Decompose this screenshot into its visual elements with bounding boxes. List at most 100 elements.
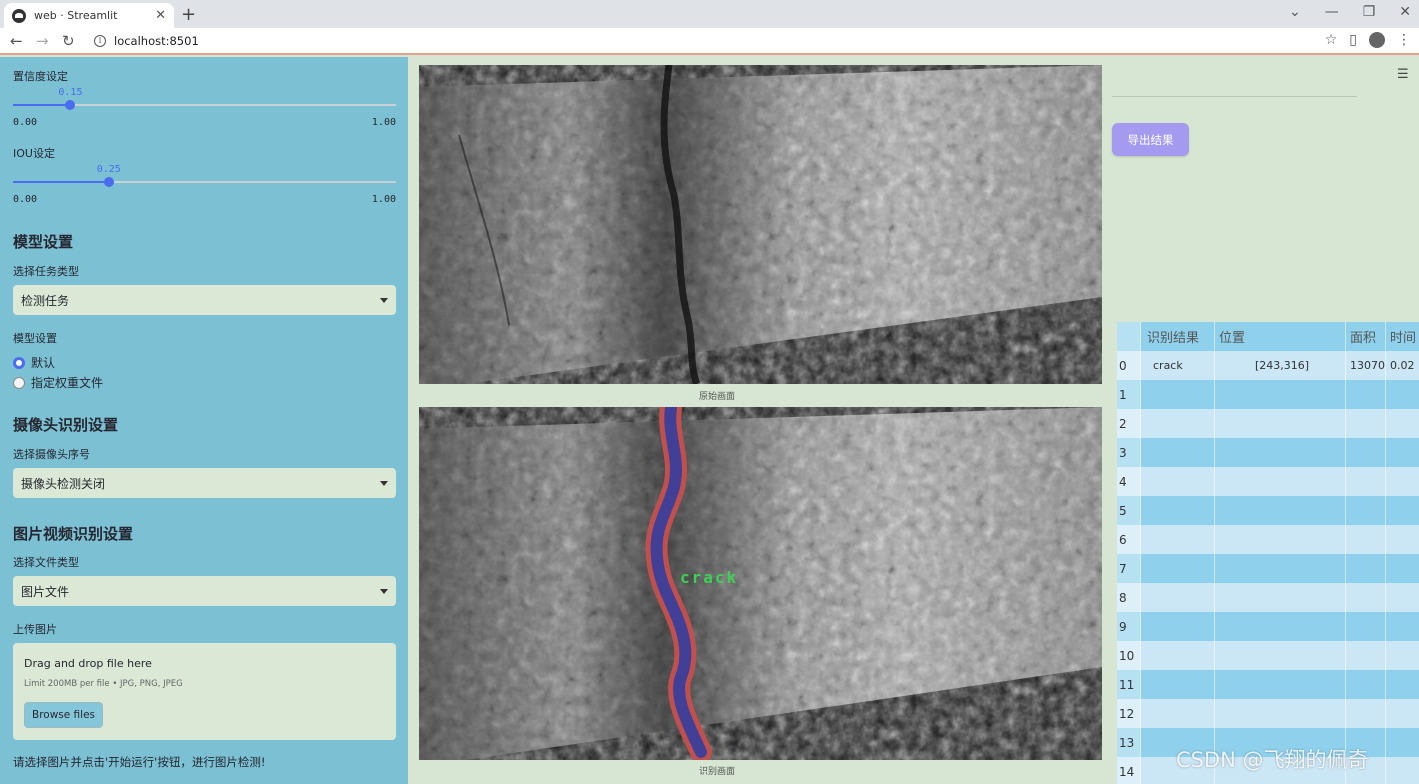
chevron-down-icon (380, 480, 388, 486)
table-row[interactable]: 3 (1117, 438, 1419, 467)
cell-position (1215, 554, 1346, 583)
task-type-value: 检测任务 (21, 293, 70, 308)
slider-value: 0.25 (96, 164, 121, 175)
iou-slider[interactable]: 0.25 0.00 1.00 (13, 164, 396, 209)
cell-time-text: 0.02 (1390, 359, 1415, 372)
table-row[interactable]: 5 (1117, 496, 1419, 525)
camera-settings-heading: 摄像头识别设置 (13, 416, 119, 434)
slider-fill (13, 181, 109, 183)
table-row[interactable]: 7 (1117, 554, 1419, 583)
row-index-text: 9 (1119, 619, 1127, 634)
browser-menu-icon[interactable]: ⋮ (1397, 32, 1411, 48)
row-index: 2 (1117, 409, 1141, 438)
cell-position (1215, 641, 1346, 670)
table-row[interactable]: 6 (1117, 525, 1419, 554)
profile-avatar-icon[interactable] (1369, 32, 1385, 48)
task-type-select[interactable]: 检测任务 (13, 285, 396, 315)
reload-icon[interactable]: ↻ (62, 32, 75, 50)
camera-value: 摄像头检测关闭 (21, 476, 106, 491)
confidence-slider[interactable]: 0.15 0.00 1.00 (13, 87, 396, 132)
export-results-button[interactable]: 导出结果 (1112, 123, 1189, 156)
forward-icon[interactable]: → (36, 32, 49, 50)
cell-position (1215, 699, 1346, 728)
column-header-result[interactable]: 识别结果 (1141, 322, 1215, 351)
cell-position (1215, 438, 1346, 467)
cell-result (1141, 583, 1215, 612)
file-type-select[interactable]: 图片文件 (13, 576, 396, 606)
browse-files-button[interactable]: Browse files (24, 702, 103, 728)
table-row[interactable]: 11 (1117, 670, 1419, 699)
bookmark-star-icon[interactable]: ☆ (1325, 32, 1338, 48)
original-image-caption: 原始画面 (698, 392, 736, 402)
browser-tab-bar: web · Streamlit ✕ + ⌄ — ❐ ✕ (0, 0, 1419, 28)
tab-search-icon[interactable]: ⌄ (1289, 4, 1301, 20)
cell-area (1346, 583, 1386, 612)
radio-default[interactable]: 默认 (13, 354, 55, 371)
column-header-time[interactable]: 时间 (1386, 322, 1419, 351)
side-panel-icon[interactable]: ▯ (1349, 32, 1357, 48)
url-field[interactable]: i localhost:8501 (88, 31, 1338, 51)
cell-result (1141, 496, 1215, 525)
row-index: 10 (1117, 641, 1141, 670)
cell-position (1215, 670, 1346, 699)
table-row[interactable]: 8 (1117, 583, 1419, 612)
new-tab-icon[interactable]: + (181, 4, 196, 25)
restore-icon[interactable]: ❐ (1363, 4, 1376, 20)
cell-result-text: crack (1153, 359, 1183, 372)
cell-time: 0.02 (1386, 351, 1419, 380)
cell-area (1346, 641, 1386, 670)
row-index: 11 (1117, 670, 1141, 699)
radio-checked-icon (13, 356, 25, 369)
cell-time (1386, 583, 1419, 612)
column-header-area[interactable]: 面积 (1346, 322, 1386, 351)
column-header-position[interactable]: 位置 (1215, 322, 1346, 351)
table-row[interactable]: 1 (1117, 380, 1419, 409)
table-row[interactable]: 4 (1117, 467, 1419, 496)
radio-custom-weights[interactable]: 指定权重文件 (13, 374, 103, 391)
close-window-icon[interactable]: ✕ (1399, 4, 1411, 20)
slider-knob[interactable] (65, 100, 76, 110)
row-index-text: 4 (1119, 474, 1127, 489)
chevron-down-icon (380, 297, 388, 303)
site-info-icon[interactable]: i (94, 35, 106, 47)
row-index: 1 (1117, 380, 1141, 409)
row-index-text: 3 (1119, 445, 1127, 460)
table-row[interactable]: 10 (1117, 641, 1419, 670)
back-icon[interactable]: ← (10, 32, 23, 50)
file-type-label: 选择文件类型 (13, 556, 79, 569)
cell-area (1346, 554, 1386, 583)
row-index: 12 (1117, 699, 1141, 728)
tab-close-icon[interactable]: ✕ (155, 8, 166, 23)
cell-time (1386, 525, 1419, 554)
cell-area (1346, 380, 1386, 409)
cell-position-text: [243,316] (1254, 359, 1310, 372)
row-index: 6 (1117, 525, 1141, 554)
cell-area (1346, 612, 1386, 641)
cell-position (1215, 612, 1346, 641)
table-row[interactable]: 0 crack [243,316] 13070 0.02 (1117, 351, 1419, 380)
detection-result-photo: crack (419, 407, 1102, 760)
row-index-text: 11 (1119, 677, 1135, 692)
browser-tab[interactable]: web · Streamlit ✕ (4, 3, 174, 28)
table-row[interactable]: 9 (1117, 612, 1419, 641)
hamburger-menu-icon[interactable]: ☰ (1397, 67, 1409, 82)
table-row[interactable]: 2 (1117, 409, 1419, 438)
table-row[interactable]: 12 (1117, 699, 1419, 728)
index-header (1117, 322, 1141, 351)
row-index-text: 8 (1119, 590, 1127, 605)
cell-area (1346, 699, 1386, 728)
camera-select[interactable]: 摄像头检测关闭 (13, 468, 396, 498)
file-uploader[interactable]: Drag and drop file here Limit 200MB per … (13, 643, 396, 740)
cell-position (1215, 467, 1346, 496)
cell-result (1141, 409, 1215, 438)
cell-position (1215, 496, 1346, 525)
result-image: crack (419, 407, 1102, 760)
instruction-hint: 请选择图片并点击'开始运行'按钮，进行图片检测! (13, 755, 266, 769)
cell-area (1346, 438, 1386, 467)
minimize-icon[interactable]: — (1325, 4, 1339, 20)
streamlit-favicon-icon (12, 8, 26, 23)
chevron-down-icon (380, 588, 388, 594)
slider-min: 0.00 (13, 194, 38, 205)
row-index-text: 10 (1119, 648, 1135, 663)
slider-knob[interactable] (103, 177, 114, 187)
